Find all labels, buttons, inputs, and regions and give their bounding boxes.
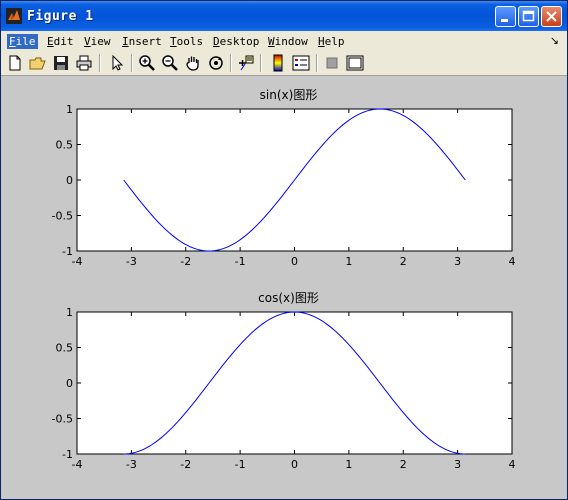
axes-cos[interactable]: cos(x)图形 -4 -3 -2 -1 0 1 2 3 4 1 0.5 0 -0.5 -1 [1, 279, 567, 479]
y-tick-label: -1 [62, 448, 73, 461]
toolbar-separator [260, 54, 262, 72]
x-tick-label: -3 [126, 458, 137, 471]
pan-hand-icon[interactable] [184, 54, 202, 72]
x-tick-label: -2 [180, 255, 191, 268]
close-button[interactable] [541, 6, 562, 27]
minimize-icon [501, 19, 508, 22]
x-tick-label: 2 [400, 255, 407, 268]
edit-plot-arrow-icon[interactable] [108, 54, 126, 72]
y-tick-label: 0.5 [56, 139, 74, 152]
menu-help[interactable]: Help [316, 34, 347, 49]
y-tick-label: -0.5 [52, 413, 73, 426]
x-tick-label: -4 [72, 255, 83, 268]
menu-tools[interactable]: Tools [168, 34, 205, 49]
x-tick-label: -1 [235, 255, 246, 268]
x-tick-label: 3 [454, 255, 461, 268]
menu-window[interactable]: Window [266, 34, 310, 49]
menu-insert[interactable]: Insert [120, 34, 164, 49]
zoom-out-icon[interactable] [161, 54, 179, 72]
y-tick-label: 1 [66, 103, 73, 116]
insert-colorbar-icon[interactable] [269, 54, 287, 72]
x-tick-label: 4 [509, 458, 516, 471]
menu-desktop[interactable]: Desktop [211, 34, 261, 49]
x-tick-label: 0 [291, 255, 298, 268]
maximize-icon [522, 10, 535, 22]
x-tick-label: 4 [509, 255, 516, 268]
y-tick-label: 0 [66, 377, 73, 390]
menu-file[interactable]: File [7, 34, 38, 49]
figure-toolbar [1, 51, 567, 76]
insert-legend-icon[interactable] [292, 54, 310, 72]
y-tick-label: 0.5 [56, 342, 74, 355]
rotate-3d-icon[interactable] [207, 54, 225, 72]
y-tick-label: 1 [66, 306, 73, 319]
figure-window: Figure 1 File Edit View Insert Tools Des… [0, 0, 568, 500]
toolbar-separator [99, 54, 101, 72]
menu-view[interactable]: View [82, 34, 113, 49]
x-tick-label: 2 [400, 458, 407, 471]
zoom-in-icon[interactable] [138, 54, 156, 72]
axes-sin[interactable]: sin(x)图形 -4 -3 -2 -1 0 1 2 3 4 1 0.5 0 -0.5 -1 [1, 76, 567, 276]
toolbar-separator [316, 54, 318, 72]
x-tick-label: -4 [72, 458, 83, 471]
x-tick-label: 3 [454, 458, 461, 471]
menu-edit[interactable]: Edit [45, 34, 76, 49]
figure-canvas: sin(x)图形 -4 -3 -2 -1 0 1 2 3 4 1 0.5 0 -0.5 -1 cos(x)图… [1, 76, 567, 499]
x-tick-label: -1 [235, 458, 246, 471]
open-file-icon[interactable] [29, 54, 47, 72]
data-cursor-icon[interactable] [237, 54, 255, 72]
maximize-button[interactable] [518, 6, 539, 27]
axes-title: sin(x)图形 [260, 88, 318, 102]
show-plot-tools-icon[interactable] [346, 54, 364, 72]
title-bar[interactable]: Figure 1 [1, 1, 567, 31]
x-tick-label: -2 [180, 458, 191, 471]
hide-plot-tools-icon[interactable] [323, 54, 341, 72]
menu-dock-arrow-icon[interactable]: ↘ [550, 34, 559, 47]
menu-bar: File Edit View Insert Tools Desktop Wind… [1, 31, 567, 51]
matlab-logo-icon [6, 8, 22, 24]
close-icon [546, 11, 557, 22]
x-tick-label: 1 [345, 458, 352, 471]
plot-area [76, 311, 513, 455]
y-tick-label: -1 [62, 245, 73, 258]
y-tick-label: 0 [66, 174, 73, 187]
print-icon[interactable] [75, 54, 93, 72]
toolbar-separator [230, 54, 232, 72]
axes-title: cos(x)图形 [258, 291, 319, 305]
window-title: Figure 1 [27, 9, 94, 24]
x-tick-label: -3 [126, 255, 137, 268]
new-figure-icon[interactable] [6, 54, 24, 72]
y-tick-label: -0.5 [52, 210, 73, 223]
x-tick-label: 0 [291, 458, 298, 471]
x-tick-label: 1 [345, 255, 352, 268]
save-icon[interactable] [52, 54, 70, 72]
minimize-button[interactable] [495, 6, 516, 27]
toolbar-separator [131, 54, 133, 72]
